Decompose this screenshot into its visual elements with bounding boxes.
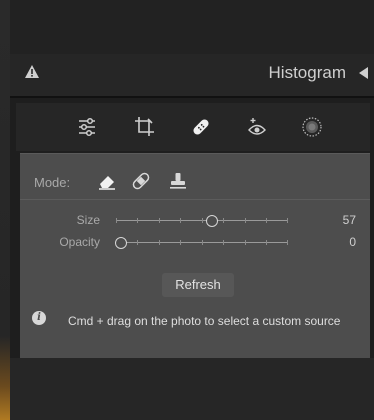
opacity-value[interactable]: 0 [349,235,356,249]
crop-icon[interactable] [133,115,155,139]
bandage-icon[interactable] [130,170,152,192]
size-value[interactable]: 57 [343,213,356,227]
bottom-area [10,358,374,420]
divider [20,199,370,200]
masking-icon[interactable] [301,115,323,139]
stamp-icon[interactable] [167,170,189,192]
triangle-left-icon[interactable] [359,67,368,79]
healing-panel: Mode: Size 57 Opacity 0 Refresh i Cmd + … [20,153,370,358]
size-label: Size [76,213,100,227]
opacity-label: Opacity [59,235,100,249]
tool-strip [16,103,370,151]
info-text: Cmd + drag on the photo to select a cust… [68,314,341,328]
opacity-slider-thumb[interactable] [115,237,127,249]
size-slider[interactable] [116,218,288,223]
refresh-button[interactable]: Refresh [162,273,234,297]
top-bar [10,0,374,54]
red-eye-icon[interactable] [246,115,268,139]
opacity-slider[interactable] [116,240,288,245]
edit-sliders-icon[interactable] [76,115,98,139]
size-slider-thumb[interactable] [206,215,218,227]
panel-title: Histogram [268,63,346,82]
warning-icon[interactable] [24,64,40,80]
photo-edge [0,0,10,420]
histogram-header[interactable]: Histogram [10,54,374,98]
info-icon: i [32,311,46,325]
eraser-icon[interactable] [96,170,118,192]
healing-icon[interactable] [190,115,212,139]
mode-label: Mode: [34,175,71,190]
